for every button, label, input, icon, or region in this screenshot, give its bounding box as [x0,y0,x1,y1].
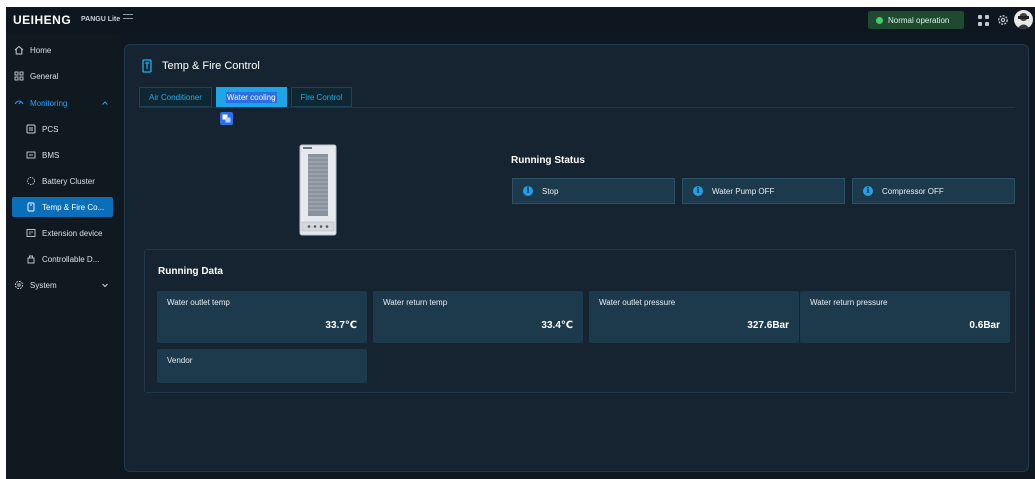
sidebar-item-label: BMS [42,150,60,160]
sidebar-item-label: Controllable D... [42,254,100,264]
home-icon [14,45,24,55]
sidebar-item-temp-fire-control[interactable]: Temp & Fire Co... [12,197,113,217]
extension-icon [26,228,36,238]
sidebar-item-label: Extension device [42,228,103,238]
main-panel: Temp & Fire Control Air Conditioner Wate… [124,44,1029,472]
gear-icon[interactable] [996,13,1010,27]
pcs-icon [26,124,36,134]
page-title: Temp & Fire Control [162,60,260,72]
tab-water-cooling[interactable]: Water cooling [215,87,287,107]
bms-icon [26,150,36,160]
status-card-text: Stop [542,186,559,196]
tab-label: Air Conditioner [149,92,202,102]
thermo-icon [142,59,152,73]
data-card-value: 0.6Bar [969,320,1000,331]
avatar[interactable] [1014,10,1033,29]
panel-header: Temp & Fire Control [141,59,260,73]
sidebar-item-general[interactable]: General [6,66,119,86]
data-card-value: 33.7℃ [325,320,357,331]
sidebar-item-extension-device[interactable]: Extension device [6,223,119,243]
sidebar-item-label: System [30,280,57,290]
battery-icon [26,176,36,186]
status-card-compressor: Compressor OFF [852,178,1015,204]
monitor-icon [14,98,24,108]
data-card-water-outlet-temp: Water outlet temp 33.7℃ [157,291,367,343]
tab-fire-control[interactable]: Fire Control [290,87,353,107]
top-bar: UEIHENG PANGU Lite Normal operation [6,7,1035,33]
data-card-label: Vendor [167,356,193,365]
data-card-water-return-pressure: Water return pressure 0.6Bar [800,291,1010,343]
sidebar-item-label: Battery Cluster [42,176,95,186]
tab-bar: Air Conditioner Water cooling Fire Contr… [139,87,356,107]
sidebar-item-label: Home [30,45,52,55]
controllable-icon [26,254,36,264]
system-icon [14,280,24,290]
data-card-label: Water return pressure [810,298,888,307]
status-card-text: Compressor OFF [882,186,944,196]
sidebar-item-monitoring[interactable]: Monitoring [6,93,119,113]
data-card-label: Water return temp [383,298,448,307]
data-card-label: Water outlet temp [167,298,230,307]
status-badge: Normal operation [868,11,964,29]
running-data-section: Running Data Water outlet temp 33.7℃ Wat… [144,249,1016,393]
data-card-water-outlet-pressure: Water outlet pressure 327.6Bar [589,291,799,343]
app-window: UEIHENG PANGU Lite Normal operation Home… [6,7,1035,479]
chevron-up-icon [102,101,108,105]
tab-label: Fire Control [300,92,343,102]
app-logo: UEIHENG [13,13,72,27]
info-icon [863,185,873,196]
sidebar-item-bms[interactable]: BMS [6,145,119,165]
translate-icon[interactable] [220,112,233,125]
running-data-title: Running Data [158,266,223,277]
sidebar-item-label: Temp & Fire Co... [42,202,105,212]
info-icon [523,185,533,196]
app-logo-sub: PANGU Lite [81,16,121,23]
tab-air-conditioner[interactable]: Air Conditioner [139,87,212,107]
status-card-run-state: Stop [512,178,675,204]
menu-toggle-icon[interactable] [123,14,133,24]
data-card-value: 327.6Bar [747,320,789,331]
thermo-icon [26,202,36,212]
sidebar-item-label: PCS [42,124,59,134]
sidebar-item-controllable-device[interactable]: Controllable D... [6,249,119,269]
sidebar-item-battery-cluster[interactable]: Battery Cluster [6,171,119,191]
tab-divider [139,107,1015,108]
water-cooling-unit-image [299,144,337,236]
data-card-label: Water outlet pressure [599,298,676,307]
data-card-vendor: Vendor [157,349,367,383]
status-card-text: Water Pump OFF [712,186,775,196]
running-status-title: Running Status [511,155,585,166]
status-text: Normal operation [888,15,950,25]
sidebar-item-label: General [30,71,59,81]
sidebar: Home General Monitoring PCS BMS Battery … [6,33,119,479]
top-strip [0,0,1035,7]
data-card-water-return-temp: Water return temp 33.4℃ [373,291,583,343]
sidebar-item-home[interactable]: Home [6,40,119,60]
chevron-down-icon [102,283,108,288]
status-dot-icon [876,16,883,24]
sidebar-item-label: Monitoring [30,98,68,108]
data-card-value: 33.4℃ [541,320,573,331]
grid-icon [14,71,24,81]
sidebar-item-system[interactable]: System [6,275,119,295]
status-card-water-pump: Water Pump OFF [682,178,845,204]
tab-label: Water cooling [225,91,277,103]
info-icon [693,185,703,196]
apps-icon[interactable] [976,13,990,27]
sidebar-item-pcs[interactable]: PCS [6,119,119,139]
